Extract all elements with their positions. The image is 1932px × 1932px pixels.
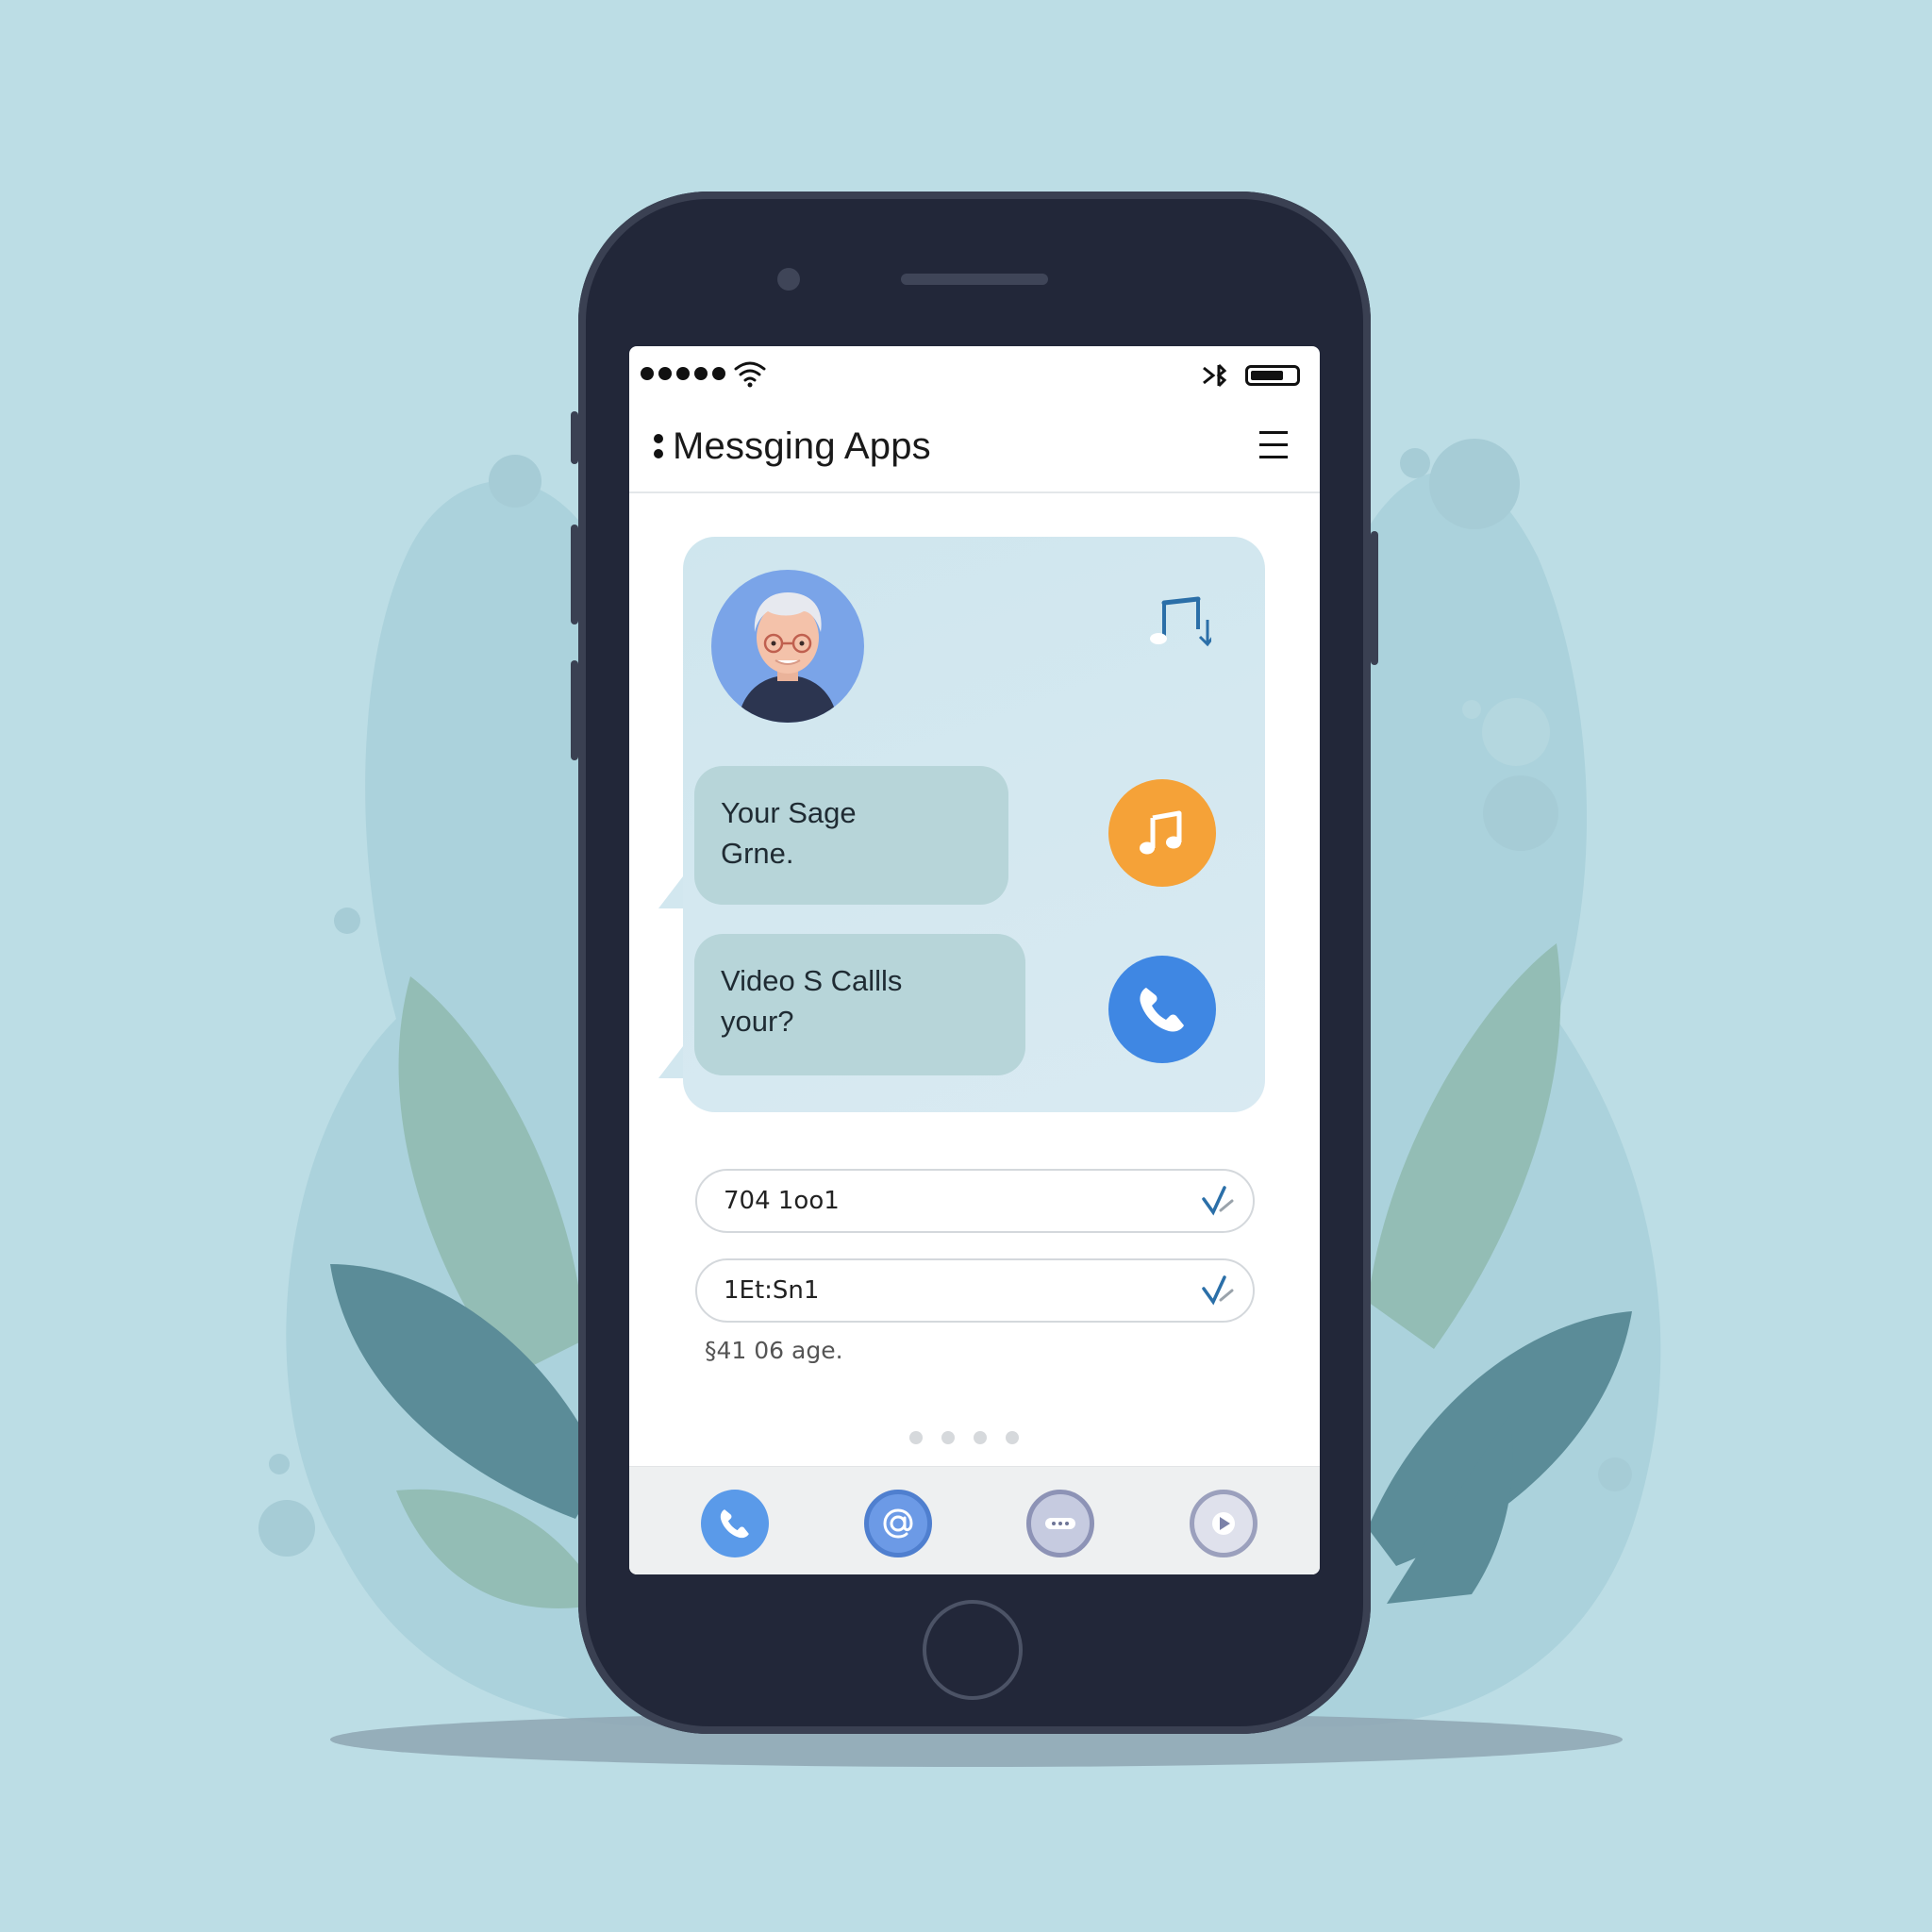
music-note-icon[interactable] <box>1145 593 1211 654</box>
page-indicator[interactable] <box>909 1431 1019 1444</box>
message-line: Grne. <box>721 837 794 870</box>
avatar-illustration <box>738 592 838 723</box>
chat-icon <box>1045 1518 1075 1529</box>
check-icon <box>1202 1275 1234 1306</box>
check-icon <box>1202 1186 1234 1216</box>
nav-phone-button[interactable] <box>701 1490 769 1557</box>
volume-up-button <box>571 411 578 464</box>
message-bubble[interactable]: Video S Callls your? <box>694 934 1025 1075</box>
home-button[interactable] <box>923 1600 1023 1700</box>
text-field[interactable]: 1Et:Sn1 <box>695 1258 1255 1323</box>
more-options-icon[interactable] <box>654 434 663 464</box>
volume-down-button <box>571 525 578 625</box>
field-value: 1Et:Sn1 <box>724 1276 820 1305</box>
message-line: Your Sage <box>721 796 857 829</box>
bottom-nav <box>629 1466 1320 1574</box>
mute-button <box>571 660 578 760</box>
nav-email-button[interactable] <box>864 1490 932 1557</box>
nav-chat-button[interactable] <box>1026 1490 1094 1557</box>
power-button <box>1371 531 1378 665</box>
message-bubble[interactable]: Your Sage Grne. <box>694 766 1008 905</box>
menu-icon[interactable] <box>1259 431 1288 463</box>
wifi-icon <box>734 361 766 388</box>
bubble-tail <box>658 876 683 908</box>
call-button[interactable] <box>1108 956 1216 1063</box>
message-line: your? <box>721 1005 794 1038</box>
scene: Messging Apps Your Sage Grne. Video S Ca… <box>0 0 1932 1932</box>
avatar[interactable] <box>711 570 864 723</box>
page-title: Messging Apps <box>673 425 931 467</box>
bubble-tail <box>658 1046 683 1078</box>
message-line: Video S Callls <box>721 964 903 997</box>
earpiece-speaker <box>901 274 1048 285</box>
battery-icon <box>1245 365 1300 386</box>
signal-strength-icon <box>641 367 725 380</box>
play-icon <box>1212 1512 1235 1535</box>
at-icon <box>883 1508 913 1539</box>
bluetooth-icon <box>1203 363 1227 388</box>
caption-text: §41 06 age. <box>705 1337 843 1364</box>
phone-screen: Messging Apps Your Sage Grne. Video S Ca… <box>629 346 1320 1574</box>
message-card: Your Sage Grne. Video S Callls your? <box>658 537 1265 1112</box>
status-bar <box>629 346 1320 403</box>
text-field[interactable]: 704 1oo1 <box>695 1169 1255 1233</box>
nav-play-button[interactable] <box>1190 1490 1257 1557</box>
phone-icon <box>720 1509 749 1539</box>
front-camera <box>777 268 800 291</box>
music-button[interactable] <box>1108 779 1216 887</box>
app-header: Messging Apps <box>629 403 1320 493</box>
music-icon <box>1140 810 1182 855</box>
field-value: 704 1oo1 <box>724 1187 840 1215</box>
phone-icon <box>1140 988 1184 1032</box>
